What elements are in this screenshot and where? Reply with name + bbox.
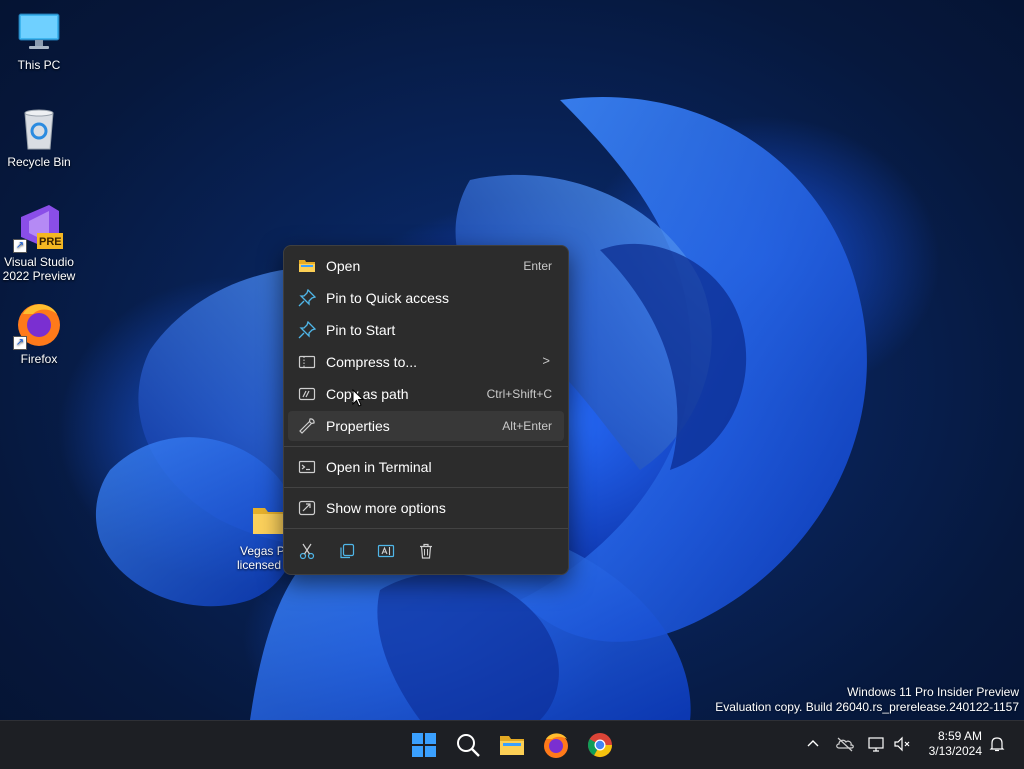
menu-item-label: Copy as path [326,386,409,402]
shortcut-arrow-icon: ↗ [13,239,27,253]
menu-item-compress-to[interactable]: Compress to... > [288,347,564,377]
menu-item-shortcut: Ctrl+Shift+C [486,387,552,401]
pin-icon [298,288,317,307]
menu-item-shortcut: Alt+Enter [502,419,552,433]
menu-item-open-in-terminal[interactable]: Open in Terminal [288,452,564,482]
zip-icon [298,353,316,371]
menu-item-open[interactable]: Open Enter [288,251,564,281]
clock-time: 8:59 AM [937,729,982,743]
menu-item-show-more-options[interactable]: Show more options [288,493,564,523]
volume-muted-icon[interactable] [893,735,913,753]
menu-item-label: Pin to Quick access [326,290,449,306]
pin-icon [298,320,317,339]
menu-separator [284,446,568,447]
firefox-icon: ↗ [13,300,63,350]
chrome-icon[interactable] [584,729,616,761]
copy-path-icon [298,385,316,403]
menu-item-shortcut: Enter [523,259,552,273]
watermark-line1: Windows 11 Pro Insider Preview [847,685,1019,699]
file-explorer-icon[interactable] [496,729,528,761]
recycle-bin-icon [17,107,61,151]
delete-icon[interactable] [417,542,435,560]
terminal-icon [298,458,316,476]
context-menu: Open Enter Pin to Quick access Pin to St… [283,245,569,575]
menu-item-properties[interactable]: Properties Alt+Enter [288,411,564,441]
desktop-icon-label: This PC [17,58,61,72]
desktop-icon-label: Recycle Bin [7,155,71,169]
desktop-icon-recycle-bin[interactable]: Recycle Bin [0,107,78,169]
submenu-arrow-icon: > [542,353,550,368]
search-icon[interactable] [452,729,484,761]
pre-badge: PRE [39,236,62,248]
menu-item-label: Open [326,258,361,274]
menu-item-label: Pin to Start [326,322,396,338]
menu-item-label: Show more options [326,500,446,516]
menu-item-label: Properties [326,418,390,434]
evaluation-watermark: Windows 11 Pro Insider Preview Evaluatio… [715,685,1019,715]
desktop-icon-visual-studio[interactable]: PRE ↗ Visual Studio 2022 Preview [0,203,78,283]
start-icon[interactable] [408,729,440,761]
rename-icon[interactable] [377,542,395,560]
chevron-up-icon[interactable] [804,735,822,753]
more-options-icon [298,499,316,517]
notification-bell-icon[interactable] [988,735,1006,753]
desktop-icon-label-line1: Visual Studio [4,255,74,269]
mouse-cursor-icon [352,389,364,407]
desktop-icon-this-pc[interactable]: This PC [0,10,78,72]
system-clock[interactable]: 8:59 AM 3/13/2024 [929,729,982,759]
menu-separator [284,528,568,529]
copy-icon[interactable] [338,542,356,560]
desktop-icon-label: Firefox [20,352,58,366]
menu-item-copy-as-path[interactable]: Copy as path Ctrl+Shift+C [288,379,564,409]
onedrive-icon[interactable] [835,735,855,753]
desktop-icon-label-line2: 2022 Preview [2,269,76,283]
clock-date: 3/13/2024 [928,744,982,758]
cut-icon[interactable] [298,542,316,560]
folder-open-icon [298,257,316,275]
watermark-line2: Evaluation copy. Build 26040.rs_prerelea… [715,700,1019,714]
menu-separator [284,487,568,488]
shortcut-arrow-icon: ↗ [13,336,27,350]
menu-item-label: Open in Terminal [326,459,432,475]
taskbar: 8:59 AM 3/13/2024 [0,720,1024,769]
monitor-icon [17,10,61,54]
firefox-icon[interactable] [540,729,572,761]
desktop-icon-firefox[interactable]: ↗ Firefox [0,300,78,366]
network-icon[interactable] [867,735,887,753]
menu-item-pin-quick-access[interactable]: Pin to Quick access [288,283,564,313]
menu-item-label: Compress to... [326,354,418,370]
wrench-icon [298,417,316,435]
visual-studio-icon: PRE ↗ [13,203,63,253]
menu-item-pin-to-start[interactable]: Pin to Start [288,315,564,345]
